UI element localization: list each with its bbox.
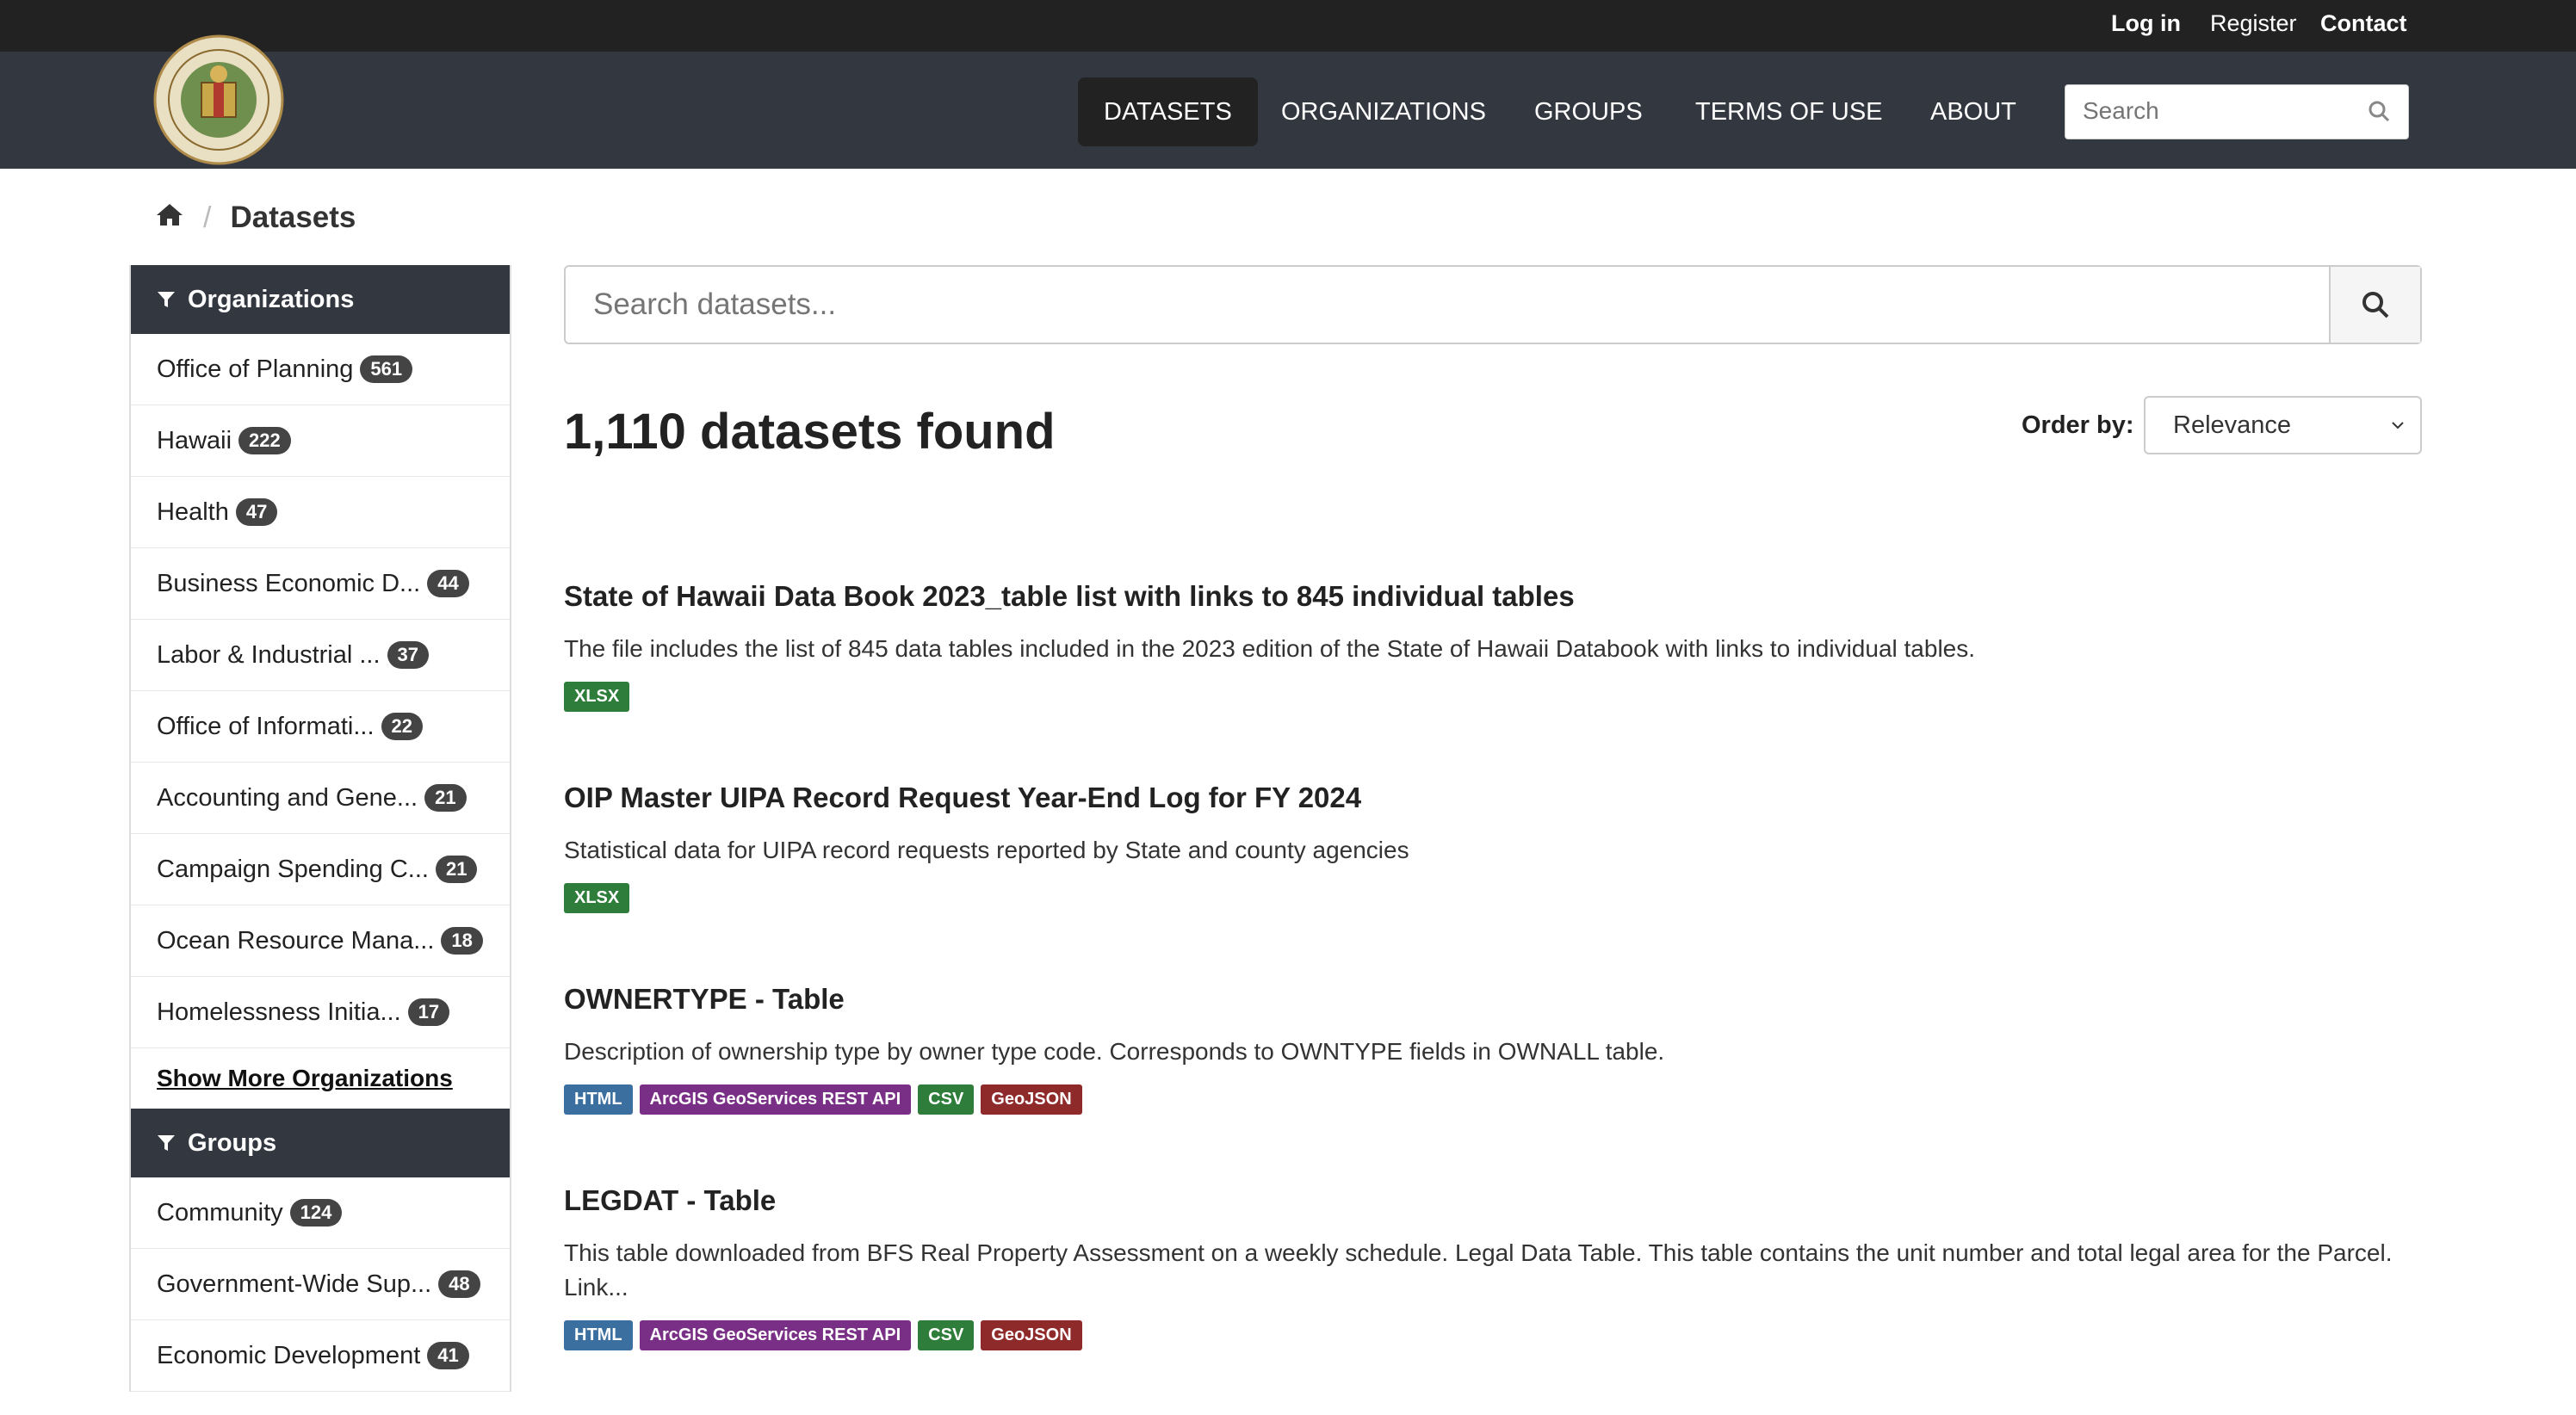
state-seal-logo[interactable]: [153, 34, 284, 165]
results-count: 1,110 datasets found: [564, 404, 1056, 460]
register-link[interactable]: Register: [2210, 10, 2297, 37]
format-badge[interactable]: ArcGIS GeoServices REST API: [639, 1084, 912, 1115]
count-badge: 37: [387, 641, 430, 669]
breadcrumb-current[interactable]: Datasets: [230, 201, 356, 235]
format-badge[interactable]: ArcGIS GeoServices REST API: [639, 1320, 912, 1350]
nav-datasets[interactable]: DATASETS: [1078, 77, 1258, 146]
dataset-item: LEGDAT - Table This table downloaded fro…: [564, 1184, 2424, 1350]
facet-item-group[interactable]: Community 124: [131, 1177, 510, 1249]
dataset-search-input[interactable]: [566, 267, 2334, 343]
count-badge: 44: [427, 570, 469, 597]
count-badge: 17: [407, 998, 450, 1026]
facet-item-label: Community: [157, 1198, 283, 1227]
facet-item-org[interactable]: Ocean Resource Mana... 18: [131, 905, 510, 977]
facet-item-label: Office of Planning: [157, 355, 354, 383]
chevron-down-icon: [2392, 422, 2404, 429]
facet-item-label: Office of Informati...: [157, 712, 375, 740]
dataset-title[interactable]: OWNERTYPE - Table: [564, 983, 2424, 1016]
dataset-item: OIP Master UIPA Record Request Year-End …: [564, 782, 2424, 913]
facet-item-label: Hawaii: [157, 426, 232, 454]
filter-icon: [158, 1135, 175, 1151]
count-badge: 124: [289, 1199, 343, 1227]
facet-item-label: Business Economic D...: [157, 569, 421, 597]
format-tags: HTML ArcGIS GeoServices REST API CSV GeoJSO…: [564, 1084, 2424, 1115]
filter-icon: [158, 292, 175, 307]
facet-item-label: Homelessness Initia...: [157, 998, 401, 1026]
breadcrumb-separator: /: [203, 201, 212, 234]
show-more-organizations-link[interactable]: Show More Organizations: [131, 1048, 510, 1109]
dataset-description: Statistical data for UIPA record request…: [564, 837, 1409, 863]
facet-item-group[interactable]: Government-Wide Sup... 48: [131, 1249, 510, 1320]
dataset-title[interactable]: OIP Master UIPA Record Request Year-End …: [564, 782, 2424, 814]
format-badge[interactable]: GeoJSON: [981, 1084, 1082, 1115]
facet-item-org[interactable]: Business Economic D... 44: [131, 548, 510, 620]
facet-item-org[interactable]: Accounting and Gene... 21: [131, 763, 510, 834]
home-icon[interactable]: [155, 201, 184, 235]
facet-item-org[interactable]: Hawaii 222: [131, 405, 510, 477]
format-badge[interactable]: CSV: [918, 1320, 975, 1350]
facet-item-label: Government-Wide Sup...: [157, 1270, 432, 1298]
count-badge: 48: [438, 1270, 480, 1298]
login-link[interactable]: Log in: [2111, 10, 2181, 37]
count-badge: 18: [441, 927, 483, 955]
facet-item-org[interactable]: Campaign Spending C... 21: [131, 834, 510, 905]
format-tags: HTML ArcGIS GeoServices REST API CSV GeoJSO…: [564, 1320, 2424, 1350]
format-badge[interactable]: XLSX: [564, 682, 630, 712]
format-badge[interactable]: HTML: [564, 1084, 633, 1115]
format-tags: XLSX: [564, 883, 2424, 913]
facet-item-label: Economic Development: [157, 1341, 421, 1369]
site-search-input[interactable]: [2065, 85, 2375, 137]
format-badge[interactable]: CSV: [918, 1084, 975, 1115]
format-badge[interactable]: XLSX: [564, 883, 630, 913]
facet-item-label: Health: [157, 497, 229, 526]
nav-about[interactable]: ABOUT: [1904, 77, 2042, 146]
facet-item-org[interactable]: Health 47: [131, 477, 510, 548]
count-badge: 21: [424, 784, 467, 812]
format-tags: XLSX: [564, 682, 2424, 712]
count-badge: 22: [381, 713, 423, 740]
search-icon: [2362, 292, 2389, 318]
dataset-item: State of Hawaii Data Book 2023_table lis…: [564, 580, 2424, 712]
order-by-value: Relevance: [2173, 411, 2292, 439]
dataset-description: The file includes the list of 845 data t…: [564, 635, 1976, 662]
organizations-facet-header: Organizations: [131, 265, 510, 334]
dataset-search-box: [564, 265, 2422, 344]
facet-item-org[interactable]: Homelessness Initia... 17: [131, 977, 510, 1048]
breadcrumb: / Datasets: [155, 196, 356, 239]
facet-item-label: Accounting and Gene...: [157, 783, 418, 812]
nav-organizations[interactable]: ORGANIZATIONS: [1255, 77, 1512, 146]
dataset-title[interactable]: State of Hawaii Data Book 2023_table lis…: [564, 580, 2424, 613]
facet-item-label: Ocean Resource Mana...: [157, 926, 435, 955]
dataset-description: This table downloaded from BFS Real Prop…: [564, 1239, 2393, 1301]
dataset-description: Description of ownership type by owner t…: [564, 1038, 1665, 1065]
order-by-select[interactable]: Relevance: [2144, 396, 2422, 454]
site-search-box: [2065, 84, 2409, 139]
groups-facet-title: Groups: [188, 1128, 277, 1157]
order-by-label: Order by:: [2022, 411, 2134, 439]
organizations-facet-title: Organizations: [188, 285, 355, 313]
contact-link[interactable]: Contact: [2320, 10, 2407, 37]
facet-item-group[interactable]: Economic Development 41: [131, 1320, 510, 1392]
groups-facet-header: Groups: [131, 1109, 510, 1177]
format-badge[interactable]: HTML: [564, 1320, 633, 1350]
count-badge: 41: [427, 1342, 469, 1369]
facet-item-label: Campaign Spending C...: [157, 855, 429, 883]
dataset-item: OWNERTYPE - Table Description of ownersh…: [564, 983, 2424, 1115]
nav-groups[interactable]: GROUPS: [1508, 77, 1669, 146]
dataset-title[interactable]: LEGDAT - Table: [564, 1184, 2424, 1217]
count-badge: 222: [238, 427, 291, 454]
format-badge[interactable]: GeoJSON: [981, 1320, 1082, 1350]
search-submit-button[interactable]: [2329, 267, 2420, 343]
facet-item-org[interactable]: Labor & Industrial ... 37: [131, 620, 510, 691]
top-utility-bar: Log in Register Contact: [0, 0, 2576, 52]
facet-item-label: Labor & Industrial ...: [157, 640, 381, 669]
facet-item-org[interactable]: Office of Planning 561: [131, 334, 510, 405]
facet-item-org[interactable]: Office of Informati... 22: [131, 691, 510, 763]
count-badge: 21: [435, 856, 478, 883]
facet-sidebar: Organizations Office of Planning 561 Hawa…: [129, 265, 511, 1392]
search-icon[interactable]: [2367, 99, 2391, 127]
count-badge: 561: [360, 355, 413, 383]
count-badge: 47: [235, 498, 278, 526]
nav-terms-of-use[interactable]: TERMS OF USE: [1669, 77, 1909, 146]
